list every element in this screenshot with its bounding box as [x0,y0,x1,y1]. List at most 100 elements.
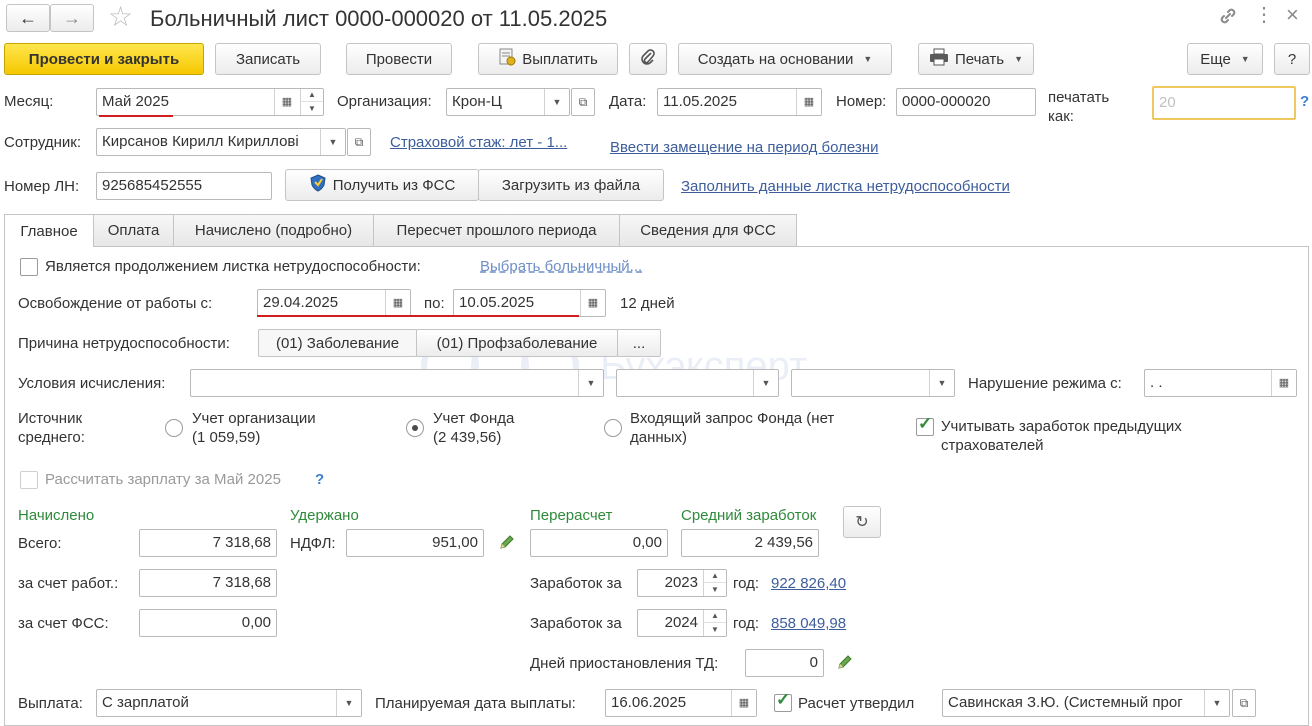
fss-field: 0,00 [139,609,277,637]
print-button[interactable]: Печать ▼ [918,43,1034,75]
source-org-label-line1: Учет организации [192,410,316,427]
post-button[interactable]: Провести [346,43,452,75]
more-button[interactable]: Еще ▼ [1187,43,1263,75]
ln-number-field[interactable]: 925685452555 [96,172,272,200]
month-field[interactable]: Май 2025 ▦ ▲ ▼ [96,88,324,116]
regime-violation-field[interactable]: . . ▦ [1144,369,1297,397]
dropdown-arrow-icon[interactable]: ▼ [578,370,603,396]
dropdown-arrow-icon[interactable]: ▼ [929,370,954,396]
favorite-star-icon[interactable]: ☆ [108,2,133,32]
recalculation-field: 0,00 [530,529,668,557]
source-fund-label-line1: Учет Фонда [433,410,515,427]
fill-sick-leave-data-link[interactable]: Заполнить данные листка нетрудоспособнос… [681,178,1010,196]
suspension-days-field[interactable]: 0 [745,649,824,677]
tab-payment[interactable]: Оплата [93,214,174,246]
organization-field[interactable]: Крон-Ц ▼ [446,88,570,116]
average-source-label-line1: Источник [18,410,83,427]
choose-sick-leave-link[interactable]: Выбрать больничный... [480,258,642,276]
source-org-radio[interactable] [165,419,183,437]
earnings-year2-amount-link[interactable]: 858 049,98 [771,615,846,633]
conditions-field-1[interactable]: ▼ [190,369,604,397]
conditions-field-2[interactable]: ▼ [616,369,779,397]
days-count: 12 дней [620,295,675,312]
number-field[interactable]: 0000-000020 [896,88,1036,116]
back-button[interactable]: ← [6,4,50,32]
total-field: 7 318,68 [139,529,277,557]
window-title: Больничный лист 0000-000020 от 11.05.202… [150,6,608,31]
earnings-year1-field[interactable]: 2023 ▲ ▼ [637,569,727,597]
print-as-help-icon[interactable]: ? [1300,93,1309,111]
print-as-label-line2: как: [1048,108,1074,125]
calendar-icon[interactable]: ▦ [580,290,605,316]
more-vertical-icon[interactable]: ⋮ [1254,4,1274,26]
date-field[interactable]: 11.05.2025 ▦ [657,88,822,116]
tab-main[interactable]: Главное [4,214,94,247]
source-fund-radio[interactable] [406,419,424,437]
dropdown-arrow-icon[interactable]: ▼ [336,690,361,716]
release-to-label: по: [424,295,445,312]
calendar-icon[interactable]: ▦ [1271,370,1296,396]
release-to-field[interactable]: 10.05.2025 ▦ [453,289,606,317]
planned-date-field[interactable]: 16.06.2025 ▦ [605,689,757,717]
month-stepper[interactable]: ▲ ▼ [300,89,323,115]
conditions-field-3[interactable]: ▼ [791,369,955,397]
reason-occupational-button[interactable]: (01) Профзаболевание [416,329,618,357]
tab-fss-info[interactable]: Сведения для ФСС [619,214,797,246]
help-button[interactable]: ? [1274,43,1310,75]
source-incoming-radio[interactable] [604,419,622,437]
source-incoming-label-line1: Входящий запрос Фонда (нет [630,410,835,427]
calc-salary-help-icon[interactable]: ? [315,471,324,489]
release-from-field[interactable]: 29.04.2025 ▦ [257,289,411,317]
reason-illness-button[interactable]: (01) Заболевание [258,329,417,357]
open-employee-button[interactable]: ⧉ [347,128,371,156]
edit-pencil-icon[interactable] [498,533,516,555]
calendar-icon[interactable]: ▦ [274,89,299,115]
print-as-field[interactable]: 20 [1152,86,1296,120]
calendar-icon[interactable]: ▦ [731,690,756,716]
prev-insurers-label-line2: страхователей [941,437,1044,454]
calendar-icon[interactable]: ▦ [796,89,821,115]
arrow-right-icon: → [63,7,81,28]
earnings-year2-field[interactable]: 2024 ▲ ▼ [637,609,727,637]
approved-checkbox[interactable]: ✓ [774,690,792,712]
employee-field[interactable]: Кирсанов Кирилл Кирилловi ▼ [96,128,346,156]
close-icon[interactable]: × [1286,3,1299,27]
refresh-button[interactable]: ↻ [843,506,881,538]
approver-field[interactable]: Савинская З.Ю. (Системный прог ▼ [942,689,1230,717]
get-from-fss-button[interactable]: Получить из ФСС [285,169,479,201]
continuation-checkbox[interactable] [20,258,38,276]
reason-more-button[interactable]: ... [617,329,661,357]
link-icon[interactable] [1216,4,1240,32]
dropdown-arrow-icon[interactable]: ▼ [1204,690,1229,716]
open-approver-button[interactable]: ⧉ [1232,689,1256,717]
tab-recalculation[interactable]: Пересчет прошлого периода [373,214,620,246]
total-label: Всего: [18,535,62,552]
calendar-icon[interactable]: ▦ [385,290,410,316]
tab-accrued-detailed[interactable]: Начислено (подробно) [173,214,374,246]
earnings-year1-suffix: год: [733,575,760,592]
enter-replacement-link[interactable]: Ввести замещение на период болезни [610,139,878,157]
ndfl-field: 951,00 [346,529,484,557]
open-organization-button[interactable]: ⧉ [571,88,595,116]
payout-field[interactable]: С зарплатой ▼ [96,689,362,717]
pay-button[interactable]: Выплатить [478,43,618,75]
dropdown-arrow-icon[interactable]: ▼ [320,129,345,155]
save-button[interactable]: Записать [215,43,321,75]
attach-button[interactable] [629,43,667,75]
load-from-file-button[interactable]: Загрузить из файла [478,169,664,201]
year1-stepper[interactable]: ▲ ▼ [703,570,726,596]
source-fund-label-line2: (2 439,56) [433,429,502,446]
insurance-experience-link[interactable]: Страховой стаж: лет - 1... [390,134,567,152]
edit-pencil-icon[interactable] [836,653,854,675]
create-based-on-button[interactable]: Создать на основании ▼ [678,43,892,75]
post-and-close-button[interactable]: Провести и закрыть [4,43,204,75]
forward-button[interactable]: → [50,4,94,32]
dropdown-arrow-icon[interactable]: ▼ [753,370,778,396]
year2-stepper[interactable]: ▲ ▼ [703,610,726,636]
prev-insurers-checkbox[interactable]: ✓ [916,414,934,436]
earnings-year1-amount-link[interactable]: 922 826,40 [771,575,846,593]
organization-label: Организация: [337,93,432,110]
printer-icon [929,48,949,70]
calc-salary-checkbox[interactable] [20,471,38,489]
dropdown-arrow-icon[interactable]: ▼ [544,89,569,115]
